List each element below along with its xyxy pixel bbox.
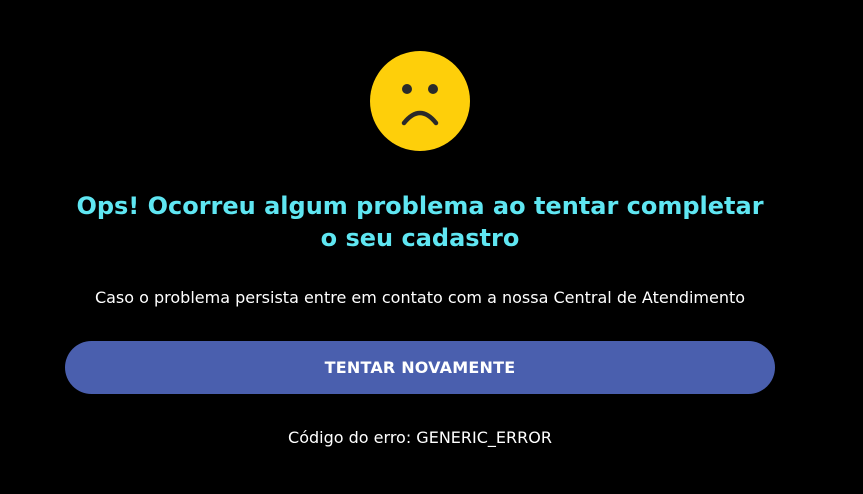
error-screen: Ops! Ocorreu algum problema ao tentar co… [0, 0, 863, 494]
retry-button[interactable]: TENTAR NOVAMENTE [65, 341, 775, 394]
error-code-text: Código do erro: GENERIC_ERROR [288, 428, 552, 447]
error-title: Ops! Ocorreu algum problema ao tentar co… [76, 192, 764, 252]
sad-face-icon [370, 51, 470, 151]
error-message: Caso o problema persista entre em contat… [94, 288, 746, 307]
